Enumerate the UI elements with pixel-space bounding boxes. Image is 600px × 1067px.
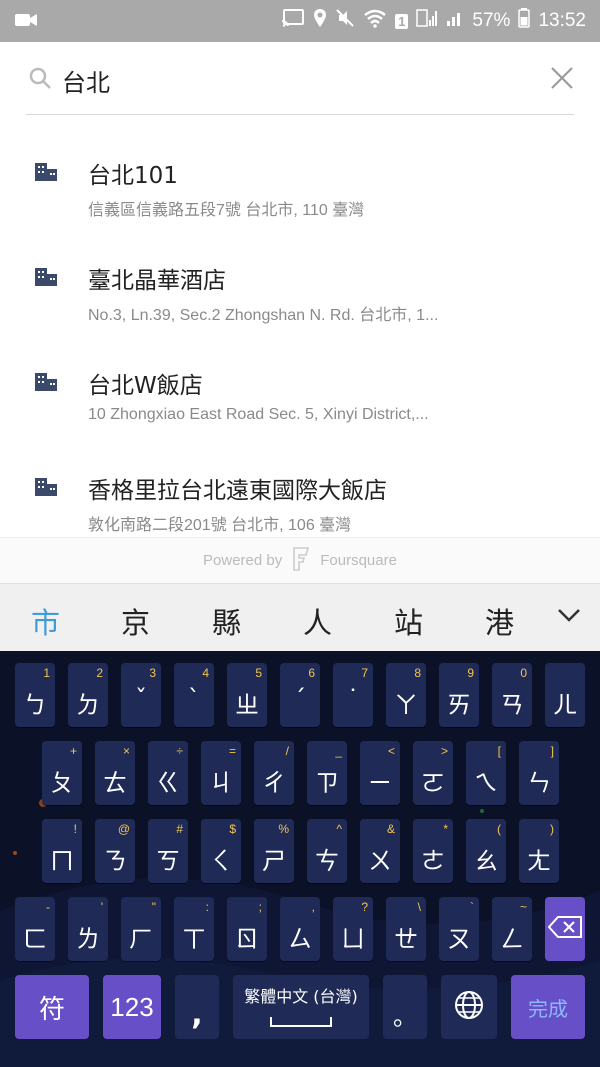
language-key[interactable] [441,975,497,1039]
sim-badge: 1 [395,13,409,29]
result-address: No.3, Ln.39, Sec.2 Zhongshan N. Rd. 台北市,… [88,307,439,324]
building-icon [34,267,58,291]
candidate-word[interactable]: 站 [394,600,423,642]
key[interactable]: ? ㄩ [333,897,373,961]
location-icon [313,8,327,34]
key[interactable]: * ㄜ [413,819,453,883]
key[interactable]: 4ˋ [174,663,214,727]
key[interactable]: % ㄕ [254,819,294,883]
key[interactable]: $ ㄑ [201,819,241,883]
candidate-bar: 市 京 縣 人 站 港 [0,583,600,651]
key[interactable]: @ ㄋ [95,819,135,883]
powered-by-label: Powered by [203,552,283,569]
search-bar [0,42,600,122]
chevron-down-icon[interactable] [556,606,582,628]
key[interactable]: ^ ㄘ [307,819,347,883]
search-input[interactable] [62,60,522,100]
signal-icon-2 [446,8,464,34]
spacebar-icon [269,1013,333,1032]
key[interactable]: 0ㄢ [492,663,532,727]
key[interactable]: + ㄆ [42,741,82,805]
key[interactable]: 1ㄅ [15,663,55,727]
key[interactable]: # ㄎ [148,819,188,883]
backspace-key[interactable] [545,897,585,961]
space-key[interactable]: 繁體中文 (台灣) [233,975,369,1039]
result-name: 香格里拉台北遠東國際大飯店 [88,478,387,504]
result-name: 台北101 [88,163,178,189]
result-address: 10 Zhongxiao East Road Sec. 5, Xinyi Dis… [88,406,429,423]
wifi-icon [363,8,387,34]
list-item[interactable]: 臺北晶華酒店 No.3, Ln.39, Sec.2 Zhongshan N. R… [0,227,600,327]
key[interactable]: (ㄠ [466,819,506,883]
period-key[interactable]: 。 [383,975,427,1039]
key[interactable]: ÷ ㄍ [148,741,188,805]
building-icon [34,477,58,501]
powered-by-footer: Powered by Foursquare [0,537,600,583]
list-item[interactable]: 香格里拉台北遠東國際大飯店 敦化南路二段201號 台北市, 106 臺灣 [0,437,600,537]
key[interactable]: × ㄊ [95,741,135,805]
foursquare-brand: Foursquare [320,552,397,569]
key[interactable]: \ ㄝ [386,897,426,961]
key[interactable]: _ ㄗ [307,741,347,805]
key[interactable]: < ㄧ [360,741,400,805]
key[interactable]: 7 ˙ [333,663,373,727]
key[interactable]: ) ㄤ [519,819,559,883]
key[interactable]: ! ㄇ [42,819,82,883]
search-icon [28,66,52,94]
key[interactable]: 3ˇ [121,663,161,727]
result-address: 敦化南路二段201號 台北市, 106 臺灣 [88,517,352,534]
building-icon [34,372,58,396]
building-icon [34,162,58,186]
list-item[interactable]: 台北W飯店 10 Zhongxiao East Road Sec. 5, Xin… [0,332,600,432]
clock: 13:52 [538,10,586,31]
candidate-word[interactable]: 市 [31,600,60,642]
globe-icon [453,989,485,1025]
key[interactable]: ` ㄡ [439,897,479,961]
key[interactable]: > ㄛ [413,741,453,805]
candidate-word[interactable]: 港 [485,600,514,642]
foursquare-logo-icon [292,546,310,575]
key[interactable]: ㄦ [545,663,585,727]
done-key[interactable]: 完成 [511,975,585,1039]
backspace-icon [547,916,582,942]
result-name: 臺北晶華酒店 [88,268,226,294]
key[interactable]: " ㄏ [121,897,161,961]
key[interactable]: / ㄔ [254,741,294,805]
key[interactable]: ] ㄣ [519,741,559,805]
comma-key[interactable]: , [175,975,219,1039]
keyboard: 1ㄅ 2ㄉ 3ˇ 4ˋ 5ㄓ 6ˊ 7 ˙ 8ㄚ 9ㄞ 0ㄢ ㄦ + ㄆ × ㄊ ÷ ㄍ… [0,651,600,1067]
key[interactable]: [ㄟ [466,741,506,805]
space-key-label: 繁體中文 (台灣) [244,987,358,1006]
key[interactable]: = ㄐ [201,741,241,805]
symbols-key[interactable]: 符 [15,975,89,1039]
key[interactable]: ; ㄖ [227,897,267,961]
battery-icon [518,8,531,34]
key[interactable]: 6ˊ [280,663,320,727]
close-icon[interactable] [548,64,576,92]
key[interactable]: 8ㄚ [386,663,426,727]
status-bar: 1 57% 13:52 [0,0,600,42]
key[interactable]: 5ㄓ [227,663,267,727]
list-item[interactable]: 台北101 信義區信義路五段7號 台北市, 110 臺灣 [0,122,600,222]
candidate-word[interactable]: 人 [303,600,332,642]
signal-icon [416,8,438,34]
key[interactable]: :ㄒ [174,897,214,961]
key[interactable]: 9ㄞ [439,663,479,727]
candidate-word[interactable]: 京 [121,600,150,642]
key[interactable]: 2ㄉ [68,663,108,727]
cast-icon [281,8,305,34]
key[interactable]: ,ㄙ [280,897,320,961]
numbers-key[interactable]: 123 [103,975,161,1039]
video-camera-icon [14,11,38,33]
key[interactable]: ~ ㄥ [492,897,532,961]
divider [26,114,574,115]
key[interactable]: & ㄨ [360,819,400,883]
result-name: 台北W飯店 [88,373,203,399]
candidate-word[interactable]: 縣 [212,600,241,642]
mute-icon [335,8,355,34]
key[interactable]: -ㄈ [15,897,55,961]
battery-percent: 57% [472,10,511,31]
key[interactable]: ' ㄌ [68,897,108,961]
result-address: 信義區信義路五段7號 台北市, 110 臺灣 [88,202,365,219]
